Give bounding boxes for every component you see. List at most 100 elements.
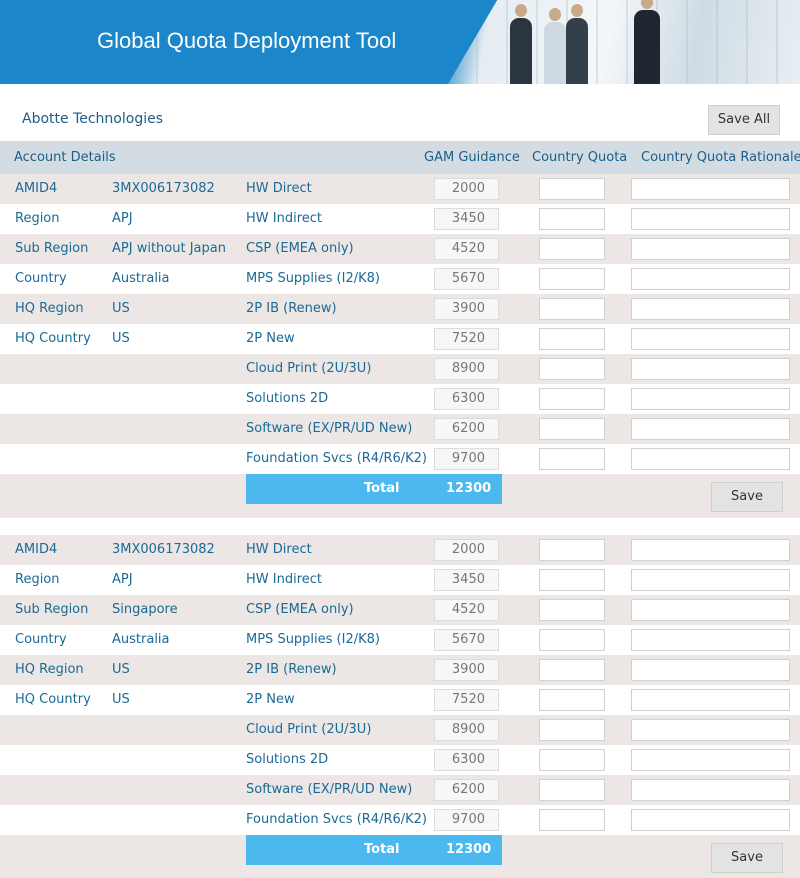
detail-value: 3MX006173082 (112, 542, 215, 557)
table-row: Software (EX/PR/UD New) 6200 (0, 775, 800, 805)
country-quota-rationale-input[interactable] (631, 809, 790, 831)
country-quota-input[interactable] (539, 599, 605, 621)
save-button[interactable]: Save (711, 482, 783, 512)
line-item-name: HW Direct (246, 542, 312, 557)
gam-guidance-field: 3450 (434, 208, 499, 230)
country-quota-input[interactable] (539, 659, 605, 681)
country-quota-input[interactable] (539, 178, 605, 200)
detail-value: APJ (112, 211, 133, 226)
country-quota-rationale-input[interactable] (631, 268, 790, 290)
country-quota-rationale-input[interactable] (631, 539, 790, 561)
country-quota-rationale-input[interactable] (631, 238, 790, 260)
table-row: Region APJ HW Indirect 3450 (0, 565, 800, 595)
total-label: Total (364, 481, 400, 496)
country-quota-rationale-input[interactable] (631, 629, 790, 651)
table-row: HQ Region US 2P IB (Renew) 3900 (0, 655, 800, 685)
country-quota-input[interactable] (539, 328, 605, 350)
country-quota-rationale-input[interactable] (631, 328, 790, 350)
line-item-name: Foundation Svcs (R4/R6/K2) (246, 451, 428, 466)
country-quota-input[interactable] (539, 689, 605, 711)
country-quota-rationale-input[interactable] (631, 659, 790, 681)
country-quota-input[interactable] (539, 388, 605, 410)
table-header: Account Details GAM Guidance Country Quo… (0, 141, 800, 174)
country-quota-input[interactable] (539, 238, 605, 260)
country-quota-input[interactable] (539, 418, 605, 440)
country-quota-input[interactable] (539, 749, 605, 771)
country-quota-rationale-input[interactable] (631, 298, 790, 320)
person-figure (634, 0, 660, 84)
detail-value: APJ (112, 572, 133, 587)
total-bar: Total 12300 (246, 474, 502, 504)
detail-value: US (112, 301, 130, 316)
line-item-name: Cloud Print (2U/3U) (246, 722, 372, 737)
country-quota-input[interactable] (539, 569, 605, 591)
line-item-name: 2P IB (Renew) (246, 662, 337, 677)
country-quota-rationale-input[interactable] (631, 448, 790, 470)
table-row: Country Australia MPS Supplies (I2/K8) 5670 (0, 625, 800, 655)
country-quota-input[interactable] (539, 358, 605, 380)
country-quota-rationale-input[interactable] (631, 388, 790, 410)
table-row: HQ Region US 2P IB (Renew) 3900 (0, 294, 800, 324)
country-quota-input[interactable] (539, 208, 605, 230)
gam-guidance-field: 4520 (434, 599, 499, 621)
country-quota-input[interactable] (539, 779, 605, 801)
gam-guidance-field: 8900 (434, 719, 499, 741)
table-row: Solutions 2D 6300 (0, 745, 800, 775)
line-item-name: Foundation Svcs (R4/R6/K2) (246, 812, 428, 827)
detail-label: Sub Region (15, 602, 89, 617)
detail-label: Region (15, 211, 60, 226)
save-all-button[interactable]: Save All (708, 105, 780, 135)
table-row: Cloud Print (2U/3U) 8900 (0, 354, 800, 384)
detail-value: APJ without Japan (112, 241, 226, 256)
country-quota-input[interactable] (539, 298, 605, 320)
gam-guidance-field: 9700 (434, 809, 499, 831)
line-item-name: CSP (EMEA only) (246, 241, 354, 256)
total-value: 12300 (446, 842, 492, 857)
detail-value: Australia (112, 632, 170, 647)
gam-guidance-field: 9700 (434, 448, 499, 470)
save-button[interactable]: Save (711, 843, 783, 873)
gam-guidance-field: 4520 (434, 238, 499, 260)
total-bar: Total 12300 (246, 835, 502, 865)
line-item-name: HW Indirect (246, 572, 323, 587)
company-name: Abotte Technologies (22, 111, 164, 127)
detail-label: Country (15, 632, 67, 647)
table-row: Sub Region Singapore CSP (EMEA only) 4520 (0, 595, 800, 625)
section-footer: Total 12300 Save (0, 835, 800, 878)
country-quota-rationale-input[interactable] (631, 569, 790, 591)
detail-value: US (112, 662, 130, 677)
line-item-name: Cloud Print (2U/3U) (246, 361, 372, 376)
gam-guidance-field: 5670 (434, 268, 499, 290)
detail-label: Region (15, 572, 60, 587)
country-quota-rationale-input[interactable] (631, 779, 790, 801)
person-figure (566, 4, 588, 84)
person-figure (510, 4, 532, 84)
country-quota-rationale-input[interactable] (631, 418, 790, 440)
detail-label: HQ Country (15, 331, 91, 346)
detail-label: AMID4 (15, 542, 58, 557)
country-quota-rationale-input[interactable] (631, 178, 790, 200)
detail-label: HQ Country (15, 692, 91, 707)
person-figure (544, 8, 566, 84)
country-quota-input[interactable] (539, 268, 605, 290)
country-quota-rationale-input[interactable] (631, 599, 790, 621)
country-quota-rationale-input[interactable] (631, 358, 790, 380)
country-quota-rationale-input[interactable] (631, 719, 790, 741)
country-quota-input[interactable] (539, 629, 605, 651)
gam-guidance-field: 2000 (434, 178, 499, 200)
country-quota-rationale-input[interactable] (631, 749, 790, 771)
detail-label: Country (15, 271, 67, 286)
country-quota-input[interactable] (539, 809, 605, 831)
country-quota-rationale-input[interactable] (631, 689, 790, 711)
country-quota-rationale-input[interactable] (631, 208, 790, 230)
header-account-details: Account Details (14, 150, 116, 165)
line-item-name: HW Indirect (246, 211, 323, 226)
country-quota-input[interactable] (539, 448, 605, 470)
table-row: Sub Region APJ without Japan CSP (EMEA onl… (0, 234, 800, 264)
line-item-name: Software (EX/PR/UD New) (246, 421, 413, 436)
country-quota-input[interactable] (539, 719, 605, 741)
line-item-name: Solutions 2D (246, 752, 329, 767)
country-quota-input[interactable] (539, 539, 605, 561)
gam-guidance-field: 7520 (434, 689, 499, 711)
table-row: AMID4 3MX006173082 HW Direct 2000 (0, 535, 800, 565)
